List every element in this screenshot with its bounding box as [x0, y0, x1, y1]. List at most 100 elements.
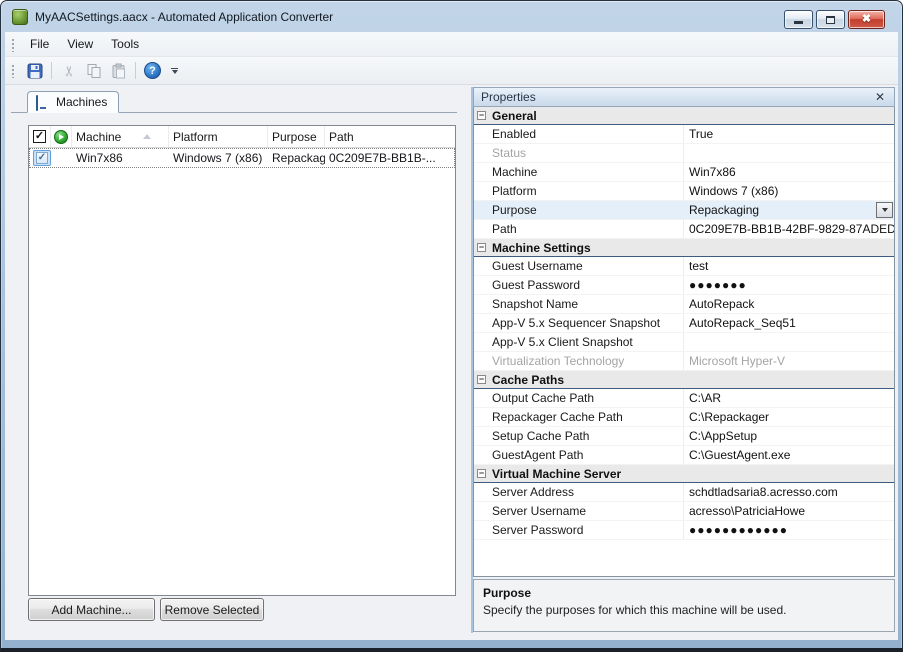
prop-server-address-value[interactable]: schdtladsaria8.acresso.com — [684, 485, 894, 499]
save-button[interactable] — [23, 59, 46, 82]
status-play-icon — [54, 130, 68, 144]
prop-guestagent-path[interactable]: GuestAgent PathC:\GuestAgent.exe — [474, 446, 894, 465]
prop-server-address[interactable]: Server Addressschdtladsaria8.acresso.com — [474, 483, 894, 502]
menu-file[interactable]: File — [21, 33, 58, 55]
column-header-path[interactable]: Path — [325, 126, 455, 147]
tab-machines[interactable]: Machines — [27, 91, 119, 113]
prop-app-v-5-x-sequencer-snapshot-value[interactable]: AutoRepack_Seq51 — [684, 316, 894, 330]
tab-strip: Machines — [11, 91, 457, 113]
chevron-down-icon — [172, 70, 178, 74]
prop-server-password[interactable]: Server Password●●●●●●●●●●●● — [474, 521, 894, 540]
prop-output-cache-path-value[interactable]: C:\AR — [684, 391, 894, 405]
prop-server-password-value[interactable]: ●●●●●●●●●●●● — [684, 523, 894, 537]
section-machine-settings[interactable]: −Machine Settings — [474, 239, 894, 257]
prop-server-username[interactable]: Server Usernameacresso\PatriciaHowe — [474, 502, 894, 521]
prop-guest-password-value[interactable]: ●●●●●●● — [684, 278, 894, 292]
prop-app-v-5-x-client-snapshot[interactable]: App-V 5.x Client Snapshot — [474, 333, 894, 352]
collapse-icon[interactable]: − — [477, 375, 486, 384]
prop-machine[interactable]: MachineWin7x86 — [474, 163, 894, 182]
prop-path[interactable]: Path0C209E7B-BB1B-42BF-9829-87ADED2EB — [474, 220, 894, 239]
select-all-checkbox[interactable]: ✓ — [33, 130, 46, 143]
maximize-icon — [826, 16, 835, 24]
prop-app-v-5-x-sequencer-snapshot[interactable]: App-V 5.x Sequencer SnapshotAutoRepack_S… — [474, 314, 894, 333]
property-grid: −GeneralEnabledTrueStatusMachineWin7x86P… — [473, 107, 895, 577]
prop-setup-cache-path[interactable]: Setup Cache PathC:\AppSetup — [474, 427, 894, 446]
row-checkbox[interactable]: ✓ — [33, 150, 51, 166]
prop-machine-value[interactable]: Win7x86 — [684, 165, 894, 179]
prop-purpose-value[interactable]: Repackaging — [684, 203, 894, 217]
machine-list: ✓MachinePlatformPurposePath ✓Win7x86Wind… — [28, 125, 456, 596]
close-icon: ✖ — [862, 14, 871, 25]
collapse-icon[interactable]: − — [477, 111, 486, 120]
close-button[interactable]: ✖ — [848, 10, 885, 29]
collapse-icon[interactable]: − — [477, 243, 486, 252]
machine-row[interactable]: ✓Win7x86Windows 7 (x86)Repackaging0C209E… — [29, 148, 455, 168]
remove-selected-button[interactable]: Remove Selected — [160, 598, 264, 621]
prop-path-value[interactable]: 0C209E7B-BB1B-42BF-9829-87ADED2EB — [684, 222, 894, 236]
column-header-platform[interactable]: Platform — [169, 126, 268, 147]
toolbar-options-button[interactable] — [168, 59, 181, 82]
paste-button[interactable] — [107, 59, 130, 82]
toolbar-options-icon — [171, 68, 178, 69]
prop-enabled[interactable]: EnabledTrue — [474, 125, 894, 144]
menu-grip-icon[interactable] — [10, 37, 14, 52]
menu-tools[interactable]: Tools — [102, 33, 148, 55]
prop-guestagent-path-value[interactable]: C:\GuestAgent.exe — [684, 448, 894, 462]
title-bar[interactable]: MyAACSettings.aacx - Automated Applicati… — [1, 1, 902, 32]
prop-repackager-cache-path[interactable]: Repackager Cache PathC:\Repackager — [474, 408, 894, 427]
app-window: MyAACSettings.aacx - Automated Applicati… — [0, 0, 903, 652]
prop-enabled-value[interactable]: True — [684, 127, 894, 141]
prop-guest-username[interactable]: Guest Usernametest — [474, 257, 894, 276]
cell-machine: Win7x86 — [72, 151, 169, 165]
column-header-status[interactable] — [51, 126, 72, 147]
copy-button[interactable] — [82, 59, 105, 82]
properties-panel: Properties ✕ −GeneralEnabledTrueStatusMa… — [473, 87, 895, 633]
purpose-dropdown-button[interactable] — [876, 202, 893, 218]
prop-snapshot-name-value[interactable]: AutoRepack — [684, 297, 894, 311]
prop-server-username-value[interactable]: acresso\PatriciaHowe — [684, 504, 894, 518]
prop-platform[interactable]: PlatformWindows 7 (x86) — [474, 182, 894, 201]
prop-virtualization-technology[interactable]: Virtualization TechnologyMicrosoft Hyper… — [474, 352, 894, 371]
toolbar-grip-icon[interactable] — [10, 63, 14, 78]
toolbar-separator — [51, 62, 52, 79]
help-button[interactable]: ? — [141, 59, 164, 82]
prop-platform-value[interactable]: Windows 7 (x86) — [684, 184, 894, 198]
prop-guest-password[interactable]: Guest Password●●●●●●● — [474, 276, 894, 295]
paste-icon — [111, 63, 127, 79]
column-header-select-all[interactable]: ✓ — [29, 126, 51, 147]
list-header: ✓ MachinePlatformPurposePath — [29, 126, 455, 148]
menu-view[interactable]: View — [58, 33, 102, 55]
app-icon — [12, 9, 28, 25]
tool-bar: ✂ ? — [5, 57, 898, 85]
chevron-down-icon — [882, 208, 888, 212]
section-virtual-machine-server[interactable]: −Virtual Machine Server — [474, 465, 894, 483]
properties-header[interactable]: Properties ✕ — [473, 87, 895, 107]
cut-button[interactable]: ✂ — [57, 59, 80, 82]
main-area: Machines ✓MachinePlatformPurposePath ✓Wi… — [5, 85, 898, 640]
help-icon: ? — [144, 62, 161, 79]
prop-purpose[interactable]: PurposeRepackaging — [474, 201, 894, 220]
description-text: Specify the purposes for which this mach… — [483, 603, 885, 617]
maximize-button[interactable] — [816, 10, 845, 29]
section-general[interactable]: −General — [474, 107, 894, 125]
prop-repackager-cache-path-value[interactable]: C:\Repackager — [684, 410, 894, 424]
column-header-purpose[interactable]: Purpose — [268, 126, 325, 147]
prop-setup-cache-path-value[interactable]: C:\AppSetup — [684, 429, 894, 443]
machine-icon — [36, 96, 51, 109]
collapse-icon[interactable]: − — [477, 469, 486, 478]
description-title: Purpose — [483, 586, 885, 600]
prop-output-cache-path[interactable]: Output Cache PathC:\AR — [474, 389, 894, 408]
panel-close-icon[interactable]: ✕ — [873, 91, 887, 103]
prop-status[interactable]: Status — [474, 144, 894, 163]
cell-path: 0C209E7B-BB1B-... — [325, 151, 455, 165]
list-body: ✓Win7x86Windows 7 (x86)Repackaging0C209E… — [29, 148, 455, 168]
minimize-button[interactable] — [784, 10, 813, 29]
save-icon — [27, 63, 43, 79]
prop-virtualization-technology-value[interactable]: Microsoft Hyper-V — [684, 354, 894, 368]
add-machine-button[interactable]: Add Machine... — [28, 598, 155, 621]
section-cache-paths[interactable]: −Cache Paths — [474, 371, 894, 389]
prop-snapshot-name[interactable]: Snapshot NameAutoRepack — [474, 295, 894, 314]
prop-guest-username-value[interactable]: test — [684, 259, 894, 273]
column-header-machine[interactable]: Machine — [72, 126, 169, 147]
client-area: FileViewTools ✂ — [5, 32, 898, 640]
